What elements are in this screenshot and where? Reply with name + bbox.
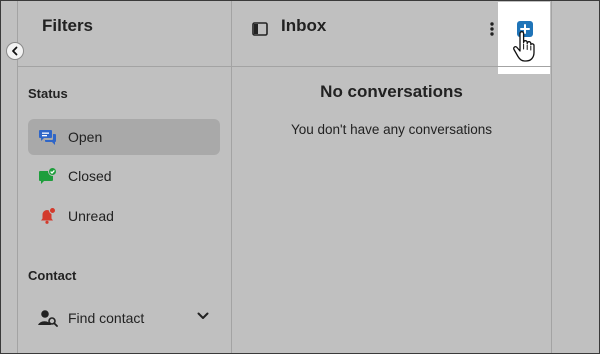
filters-title: Filters bbox=[42, 16, 94, 35]
filters-panel: Filters Status Open Closed Unread Contac… bbox=[18, 1, 232, 353]
filter-item-closed[interactable]: Closed bbox=[28, 158, 220, 194]
chevron-left-icon bbox=[12, 46, 18, 56]
chevron-down-icon bbox=[197, 312, 209, 319]
filter-item-label: Closed bbox=[68, 168, 112, 184]
empty-state-title: No conversations bbox=[320, 82, 463, 101]
chat-check-icon bbox=[38, 166, 58, 186]
empty-state-message: You don't have any conversations bbox=[291, 122, 492, 137]
filter-item-open[interactable]: Open bbox=[28, 119, 220, 155]
person-search-icon bbox=[38, 308, 58, 328]
filter-item-unread[interactable]: Unread bbox=[28, 198, 220, 234]
detail-pane bbox=[551, 1, 599, 353]
app-window: Filters Status Open Closed Unread Contac… bbox=[0, 0, 600, 354]
inbox-title: Inbox bbox=[281, 16, 327, 35]
chat-bubbles-icon bbox=[38, 127, 58, 147]
divider bbox=[232, 66, 551, 67]
collapse-sidebar-button[interactable] bbox=[6, 42, 24, 60]
divider bbox=[18, 66, 231, 67]
find-contact-dropdown[interactable]: Find contact bbox=[28, 300, 220, 336]
status-section-label: Status bbox=[28, 86, 68, 101]
find-contact-label: Find contact bbox=[68, 310, 145, 326]
filter-item-label: Unread bbox=[68, 208, 114, 224]
contact-section-label: Contact bbox=[28, 268, 77, 283]
filter-item-label: Open bbox=[68, 129, 103, 145]
sidebar-panel-icon[interactable] bbox=[252, 22, 268, 36]
more-vertical-icon[interactable] bbox=[489, 21, 495, 37]
inbox-panel: Inbox No conversations You don't have an… bbox=[232, 1, 551, 353]
hand-pointer-cursor-icon bbox=[513, 31, 535, 62]
bell-badge-icon bbox=[38, 206, 58, 226]
